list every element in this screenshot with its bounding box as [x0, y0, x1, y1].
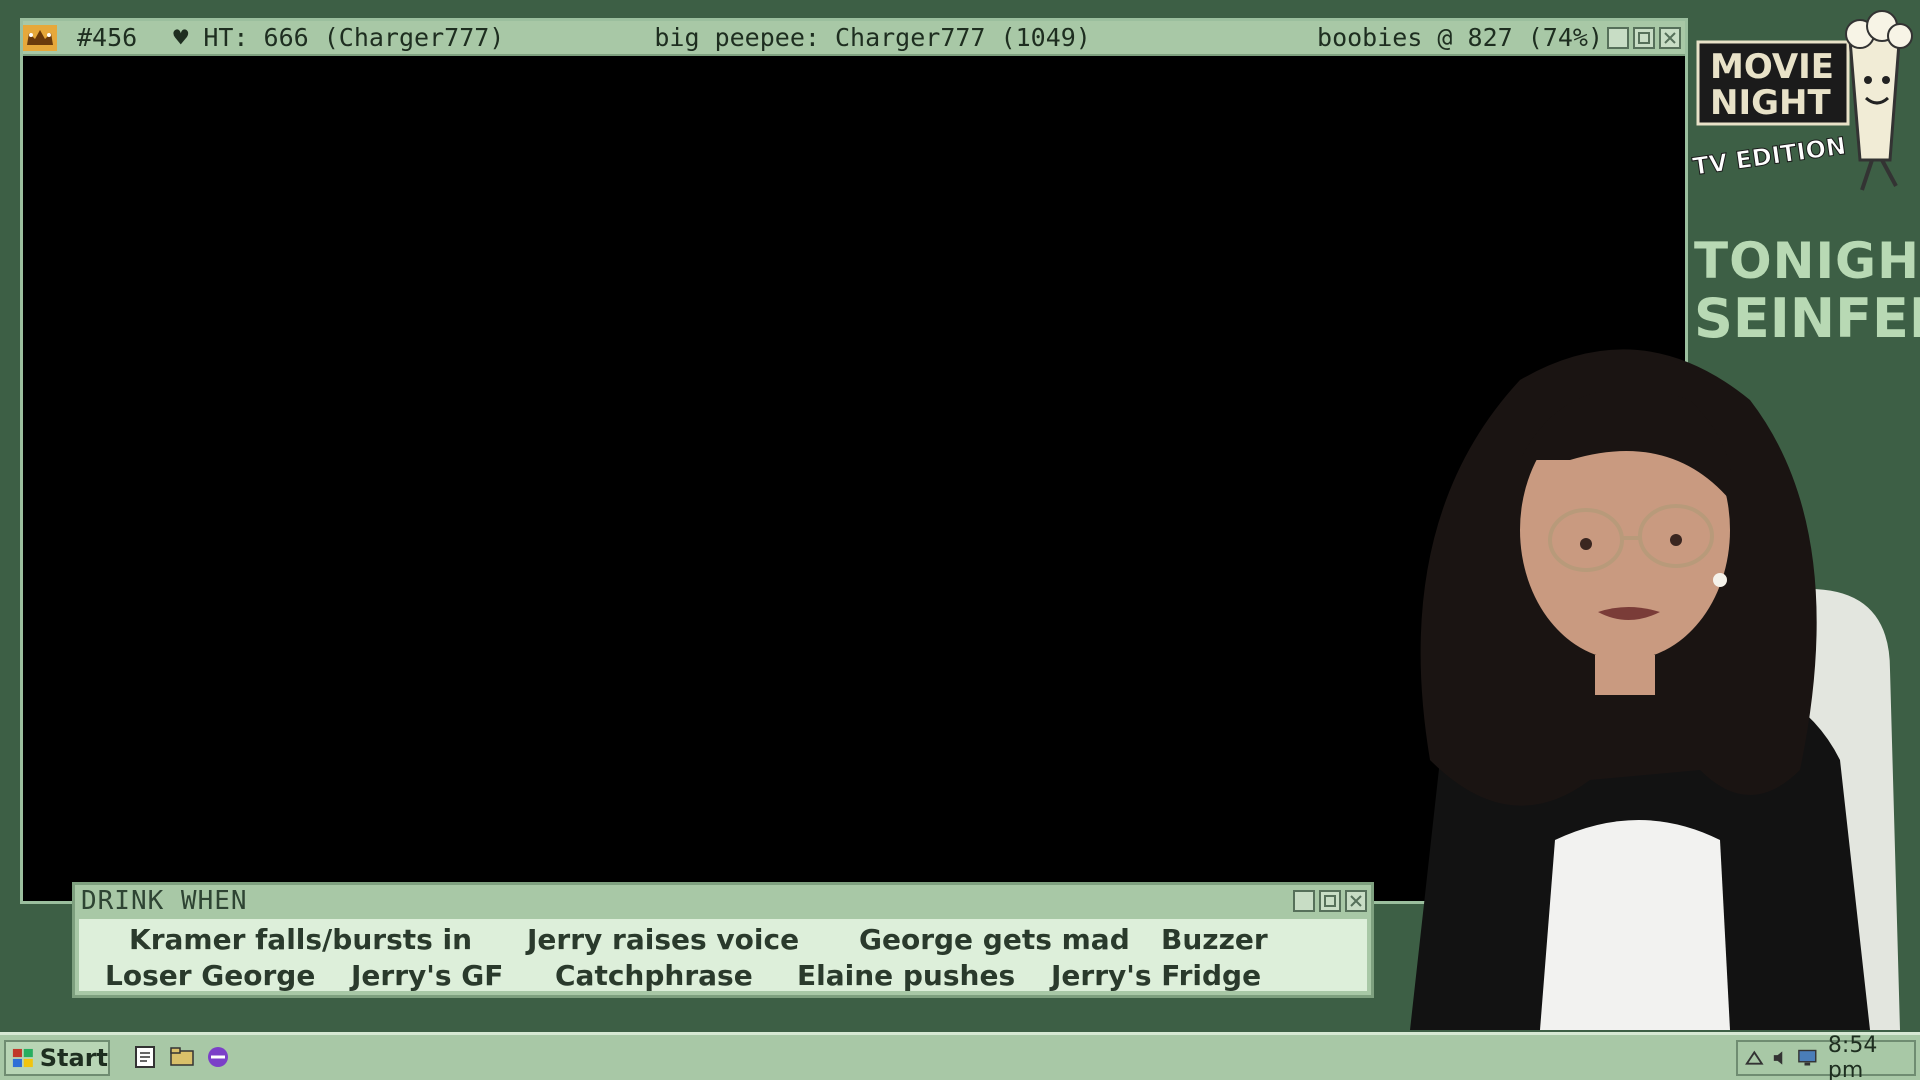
drink-rule: Catchphrase	[555, 959, 753, 992]
hype-train-label: ♥ HT: 666 (Charger777)	[173, 23, 505, 52]
start-label: Start	[39, 1044, 108, 1072]
tonight-label: TONIGHT:	[1694, 232, 1920, 290]
close-icon	[1350, 895, 1362, 907]
start-button[interactable]: Start	[4, 1040, 110, 1076]
svg-text:MOVIE: MOVIE	[1710, 47, 1834, 87]
tonight-panel: TONIGHT: SEINFELD	[1694, 232, 1920, 350]
drink-window-title: DRINK WHEN	[81, 886, 248, 916]
taskbar: Start 8:54 pm	[0, 1032, 1920, 1080]
maximize-icon	[1324, 895, 1336, 907]
system-tray: 8:54 pm	[1736, 1033, 1916, 1080]
close-button[interactable]	[1659, 26, 1681, 49]
window-controls	[1607, 26, 1681, 49]
minimize-button[interactable]	[1607, 26, 1629, 49]
drink-rule: Jerry raises voice	[527, 923, 800, 956]
drink-rule: Loser George	[105, 959, 316, 992]
webcam-feed	[1410, 349, 1900, 1030]
monitor-icon[interactable]	[1797, 1047, 1818, 1069]
drink-when-window[interactable]: DRINK WHEN Kramer falls/bursts in Jerry …	[72, 882, 1374, 998]
maximize-icon	[1638, 31, 1650, 44]
volume-icon[interactable]	[1771, 1047, 1792, 1069]
svg-text:NIGHT: NIGHT	[1710, 83, 1831, 123]
windows-logo-icon	[12, 1048, 33, 1068]
drink-close-button[interactable]	[1345, 890, 1367, 912]
crown-icon	[23, 24, 57, 51]
stream-id: #456	[77, 23, 138, 52]
drink-window-controls	[1293, 890, 1367, 912]
leaderboard-label: big peepee: Charger777 (1049)	[654, 23, 1091, 52]
drink-rules-list: Kramer falls/bursts in Jerry raises voic…	[79, 919, 1367, 992]
drink-rule: Elaine pushes	[797, 959, 1016, 992]
drink-rule: George gets mad	[859, 923, 1130, 956]
close-icon	[1664, 31, 1676, 44]
quick-launch	[132, 1043, 232, 1071]
drink-rule: Jerry's GF	[351, 959, 504, 992]
show-name: SEINFELD	[1694, 287, 1920, 350]
movie-night-logo: MOVIE NIGHT TV EDITION	[1690, 10, 1913, 191]
folder-icon[interactable]	[168, 1043, 196, 1071]
goal-label: boobies @ 827 (74%)	[1317, 23, 1603, 52]
video-window-titlebar[interactable]: #456 ♥ HT: 666 (Charger777) big peepee: …	[23, 21, 1685, 56]
drink-rule: Buzzer	[1161, 923, 1268, 956]
drink-minimize-button[interactable]	[1293, 890, 1315, 912]
notepad-icon[interactable]	[132, 1043, 160, 1071]
browser-icon[interactable]	[204, 1043, 232, 1071]
drink-rule: Kramer falls/bursts in	[129, 923, 473, 956]
svg-text:TV EDITION: TV EDITION	[1691, 132, 1848, 181]
maximize-button[interactable]	[1633, 26, 1655, 49]
drink-maximize-button[interactable]	[1319, 890, 1341, 912]
network-icon[interactable]	[1744, 1047, 1765, 1069]
clock[interactable]: 8:54 pm	[1828, 1033, 1914, 1080]
drink-rule: Jerry's Fridge	[1051, 959, 1262, 992]
drink-window-titlebar[interactable]: DRINK WHEN	[75, 885, 1371, 917]
stream-desktop: #456 ♥ HT: 666 (Charger777) big peepee: …	[0, 0, 1920, 1080]
